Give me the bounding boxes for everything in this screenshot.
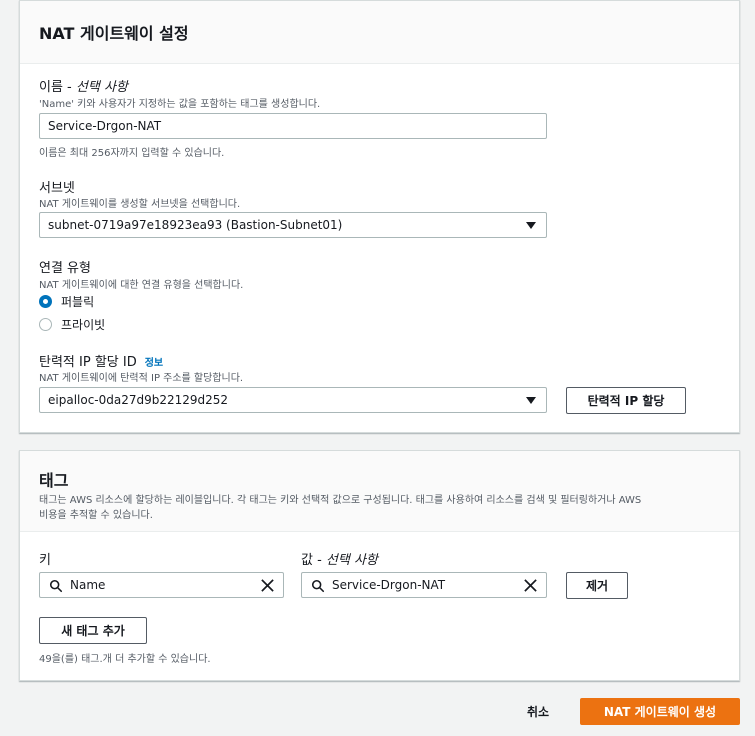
name-label: 이름 - 선택 사항	[39, 80, 128, 95]
allocate-eip-button[interactable]: 탄력적 IP 할당	[566, 387, 686, 414]
subnet-description: NAT 게이트웨이를 생성할 서브넷을 선택합니다.	[39, 199, 241, 210]
tags-remaining-hint: 49을(를) 태그.개 더 추가할 수 있습니다.	[39, 654, 211, 665]
radio-private-indicator[interactable]	[39, 318, 52, 331]
name-hint: 이름은 최대 256자까지 입력할 수 있습니다.	[39, 148, 225, 159]
eip-info-link[interactable]: 정보	[145, 358, 163, 369]
tags-description-line2: 비용을 추적할 수 있습니다.	[39, 510, 153, 521]
name-description: 'Name' 키와 사용자가 지정하는 값을 포함하는 태그를 생성합니다.	[39, 99, 321, 110]
optional-label: 선택 사항	[325, 553, 378, 568]
tags-header: 태그 태그는 AWS 리소스에 할당하는 레이블입니다. 각 태그는 키와 선택…	[20, 451, 739, 532]
eip-select-value: eipalloc-0da27d9b22129d252	[48, 393, 229, 407]
nat-settings-header: NAT 게이트웨이 설정	[20, 1, 739, 64]
subnet-label: 서브넷	[39, 181, 75, 196]
subnet-select[interactable]: subnet-0719a97e18923ea93 (Bastion-Subnet…	[39, 212, 547, 238]
remove-tag-button[interactable]: 제거	[566, 572, 628, 599]
radio-public[interactable]: 퍼블릭	[39, 293, 94, 310]
tag-key-label: 키	[39, 553, 51, 568]
tag-value-input[interactable]: Service-Drgon-NAT	[301, 572, 547, 598]
tag-key-input[interactable]: Name	[39, 572, 284, 598]
create-nat-gateway-button[interactable]: NAT 게이트웨이 생성	[580, 698, 740, 725]
subnet-select-value: subnet-0719a97e18923ea93 (Bastion-Subnet…	[48, 218, 343, 232]
radio-private[interactable]: 프라이빗	[39, 316, 105, 333]
tags-panel: 태그 태그는 AWS 리소스에 할당하는 레이블입니다. 각 태그는 키와 선택…	[19, 450, 740, 681]
eip-label: 탄력적 IP 할당 ID 정보	[39, 355, 164, 370]
connectivity-description: NAT 게이트웨이에 대한 연결 유형을 선택합니다.	[39, 280, 244, 291]
tag-key-value: Name	[70, 578, 106, 592]
search-icon	[49, 579, 63, 593]
caret-down-icon	[526, 222, 536, 229]
tag-value-label: 값 - 선택 사항	[301, 553, 378, 568]
radio-public-indicator[interactable]	[39, 295, 52, 308]
caret-down-icon	[526, 397, 536, 404]
name-input[interactable]: Service-Drgon-NAT	[39, 113, 547, 139]
tags-description-line1: 태그는 AWS 리소스에 할당하는 레이블입니다. 각 태그는 키와 선택적 값…	[39, 495, 642, 506]
eip-description: NAT 게이트웨이에 탄력적 IP 주소를 할당합니다.	[39, 373, 244, 384]
optional-label: 선택 사항	[75, 80, 128, 95]
radio-public-label: 퍼블릭	[61, 295, 95, 309]
connectivity-label: 연결 유형	[39, 261, 91, 276]
search-icon	[311, 579, 325, 593]
radio-private-label: 프라이빗	[61, 318, 106, 332]
nat-settings-panel: NAT 게이트웨이 설정 이름 - 선택 사항 'Name' 키와 사용자가 지…	[19, 0, 740, 433]
tag-value-value: Service-Drgon-NAT	[332, 578, 446, 592]
cancel-button[interactable]: 취소	[527, 703, 549, 720]
tags-title: 태그	[39, 471, 69, 490]
panel-title: NAT 게이트웨이 설정	[39, 24, 189, 43]
name-input-value: Service-Drgon-NAT	[48, 119, 162, 133]
clear-icon[interactable]	[260, 578, 275, 593]
clear-icon[interactable]	[523, 578, 538, 593]
add-tag-button[interactable]: 새 태그 추가	[39, 617, 147, 644]
eip-select[interactable]: eipalloc-0da27d9b22129d252	[39, 387, 547, 413]
